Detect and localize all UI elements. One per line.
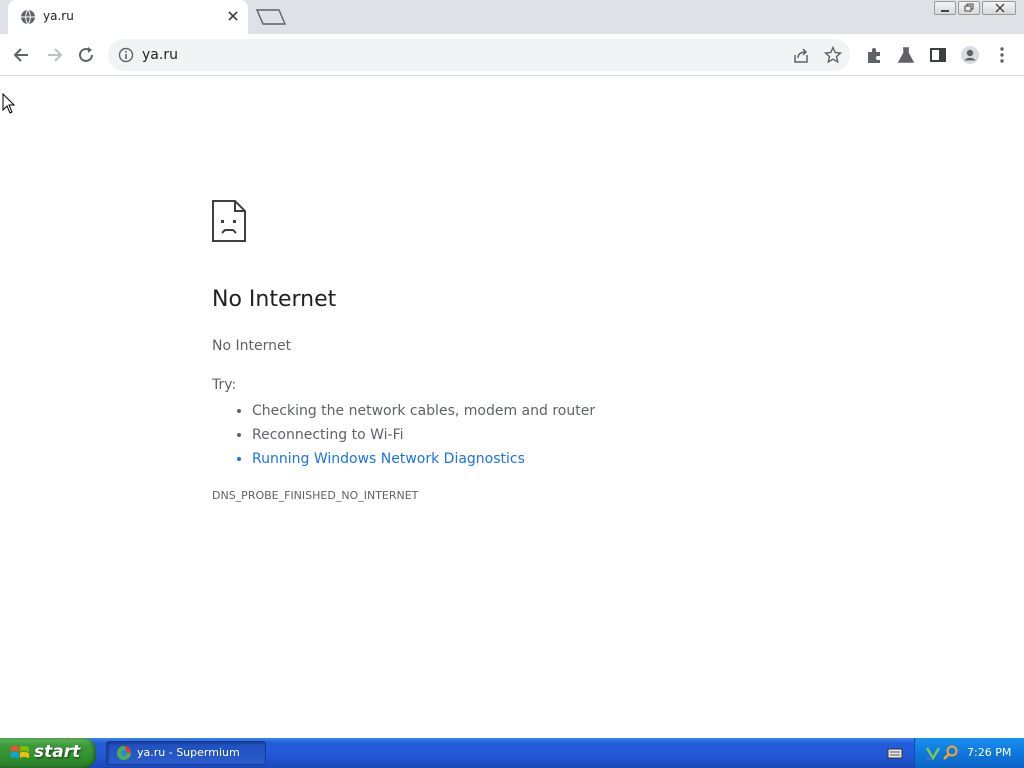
tab-ya-ru[interactable]: ya.ru — [8, 0, 248, 34]
new-tab-button[interactable] — [255, 8, 287, 26]
taskbar-item-browser[interactable]: ya.ru - Supermium — [106, 741, 266, 765]
start-button[interactable]: start — [0, 738, 96, 768]
share-icon[interactable] — [792, 47, 810, 65]
network-diagnostics-link[interactable]: Running Windows Network Diagnostics — [252, 447, 595, 471]
restore-icon — [964, 3, 974, 12]
suggestion-list: Checking the network cables, modem and r… — [212, 399, 595, 471]
close-icon[interactable] — [226, 9, 240, 23]
suggestion-item: Checking the network cables, modem and r… — [252, 399, 595, 423]
screen: ya.ru ya.ru No Internet No Internet Try:… — [0, 0, 1024, 768]
minimize-button[interactable] — [934, 1, 956, 15]
windows-logo-icon — [11, 745, 29, 758]
back-icon[interactable] — [12, 45, 32, 65]
try-label: Try: — [212, 377, 237, 393]
globe-icon — [21, 9, 35, 25]
error-code: DNS_PROBE_FINISHED_NO_INTERNET — [212, 489, 419, 502]
url-text: ya.ru — [142, 47, 178, 63]
close-window-button[interactable] — [982, 1, 1016, 15]
system-tray: 7:26 PM — [914, 738, 1024, 768]
info-icon[interactable] — [118, 47, 134, 63]
reload-icon[interactable] — [76, 45, 96, 65]
tab-title: ya.ru — [43, 9, 74, 23]
start-label: start — [34, 742, 81, 762]
error-heading: No Internet — [212, 287, 337, 312]
close-window-icon — [995, 3, 1005, 13]
page-content: No Internet No Internet Try: Checking th… — [0, 77, 1024, 738]
suggestion-item: Reconnecting to Wi-Fi — [252, 423, 595, 447]
profile-icon[interactable] — [960, 45, 980, 65]
address-bar[interactable]: ya.ru — [108, 39, 850, 71]
taskbar-item-label: ya.ru - Supermium — [137, 746, 240, 759]
forward-icon[interactable] — [44, 45, 64, 65]
window-controls — [934, 1, 1016, 15]
sad-document-icon — [212, 200, 246, 242]
mouse-cursor-icon — [2, 93, 16, 114]
tab-strip: ya.ru — [0, 0, 1024, 34]
minimize-icon — [941, 10, 949, 12]
extensions-icon[interactable] — [864, 45, 884, 65]
browser-toolbar: ya.ru — [0, 34, 1024, 76]
clock: 7:26 PM — [967, 746, 1012, 759]
restore-button[interactable] — [958, 1, 980, 15]
search-icon[interactable] — [943, 745, 959, 761]
star-icon[interactable] — [824, 46, 842, 64]
supermium-icon — [117, 746, 131, 760]
flask-icon[interactable] — [896, 45, 916, 65]
taskbar: start ya.ru - Supermium 7:26 PM — [0, 738, 1024, 768]
network-status-icon[interactable] — [925, 745, 941, 761]
error-subtext: No Internet — [212, 338, 292, 354]
side-panel-icon[interactable] — [928, 45, 948, 65]
keyboard-icon[interactable] — [887, 746, 903, 760]
menu-icon[interactable] — [992, 45, 1012, 65]
